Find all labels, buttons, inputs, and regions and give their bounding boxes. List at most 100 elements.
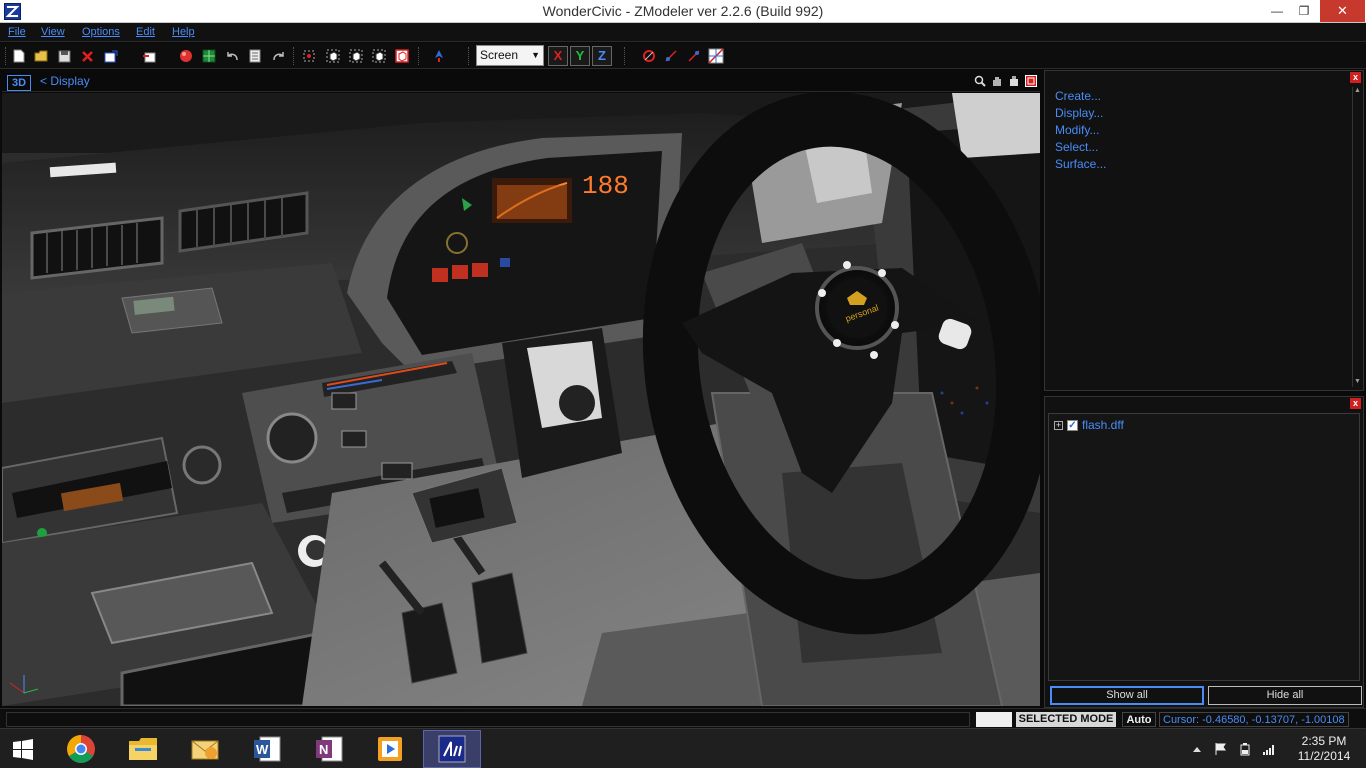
auto-mode-indicator[interactable]: Auto: [1122, 712, 1156, 727]
zmodeler-window: WonderCivic - ZModeler ver 2.2.6 (Build …: [0, 0, 1366, 768]
export-icon[interactable]: [140, 47, 158, 65]
grid-icon[interactable]: [707, 47, 725, 65]
pan-hand-icon[interactable]: [990, 74, 1004, 88]
menu-options[interactable]: Options: [82, 26, 120, 38]
status-indicator: [976, 712, 1012, 727]
media-player-icon[interactable]: [361, 730, 419, 768]
show-hidden-icons-icon[interactable]: [1190, 742, 1204, 756]
axis-x-toggle[interactable]: X: [548, 46, 568, 66]
coordinate-space-value: Screen: [480, 48, 519, 62]
command-list: Create... Display... Modify... Select...…: [1055, 89, 1106, 174]
svg-text:W: W: [256, 742, 269, 757]
visibility-checkbox[interactable]: ✓: [1067, 419, 1078, 431]
windows-start-icon[interactable]: [6, 735, 40, 765]
menu-view[interactable]: View: [41, 26, 65, 38]
cursor-coordinates: Cursor: -0.46580, -0.13707, -1.00108: [1159, 712, 1349, 727]
clock-date: 11/2/2014: [1297, 749, 1351, 763]
title-bar: WonderCivic - ZModeler ver 2.2.6 (Build …: [0, 0, 1366, 23]
snap-icon[interactable]: [640, 47, 658, 65]
command-create[interactable]: Create...: [1055, 89, 1106, 106]
select-vertex-icon[interactable]: [300, 47, 318, 65]
toolbar-separator: [418, 47, 419, 65]
taskbar-clock[interactable]: 2:35 PM 11/2/2014: [1292, 734, 1356, 764]
expand-icon[interactable]: +: [1054, 420, 1063, 430]
axis-y-toggle[interactable]: Y: [570, 46, 590, 66]
minimize-button[interactable]: —: [1263, 0, 1291, 22]
command-modify[interactable]: Modify...: [1055, 123, 1106, 140]
command-panel: x Create... Display... Modify... Select.…: [1044, 70, 1364, 391]
windows-taskbar: W N 2:35 PM 11/2/2014: [0, 728, 1366, 768]
viewport-header: 3D < Display: [2, 70, 1040, 92]
maximize-viewport-icon[interactable]: [1024, 74, 1038, 88]
command-select[interactable]: Select...: [1055, 140, 1106, 157]
unlink-icon[interactable]: [685, 47, 703, 65]
scene-tree-panel: x + ✓ flash.dff Show all Hide all: [1044, 396, 1364, 708]
menu-edit[interactable]: Edit: [136, 26, 155, 38]
word-icon[interactable]: W: [238, 730, 296, 768]
main-toolbar: [0, 43, 1366, 69]
action-center-flag-icon[interactable]: [1214, 742, 1228, 756]
tree-item-label[interactable]: flash.dff: [1082, 418, 1124, 432]
clock-time: 2:35 PM: [1301, 734, 1347, 748]
outlook-icon[interactable]: [176, 730, 234, 768]
orbit-icon[interactable]: [1007, 74, 1021, 88]
asus-ai-icon[interactable]: [423, 730, 481, 768]
chevron-down-icon: ▼: [531, 50, 540, 60]
scroll-down-icon[interactable]: ▼: [1353, 378, 1362, 387]
open-file-icon[interactable]: [32, 47, 50, 65]
status-bar: SELECTED MODE Auto Cursor: -0.46580, -0.…: [0, 708, 1366, 728]
toolbar-separator: [293, 47, 294, 65]
redo-icon[interactable]: [270, 47, 288, 65]
coordinate-space-select[interactable]: Screen ▼: [476, 45, 544, 66]
render-sphere-icon[interactable]: [177, 47, 195, 65]
axis-z-toggle[interactable]: Z: [592, 46, 612, 66]
scene-tree: + ✓ flash.dff: [1048, 413, 1360, 681]
maximize-button[interactable]: ❐: [1290, 0, 1318, 22]
select-box-icon[interactable]: [347, 47, 365, 65]
toolbar-separator: [468, 47, 469, 65]
menu-file[interactable]: File: [8, 26, 26, 38]
toolbar-separator: [5, 47, 6, 65]
close-panel-button[interactable]: x: [1350, 72, 1361, 83]
power-battery-icon[interactable]: [1238, 742, 1252, 756]
onenote-icon[interactable]: N: [300, 730, 358, 768]
viewport-breadcrumb[interactable]: < Display: [40, 74, 90, 88]
view-mode-badge[interactable]: 3D: [7, 75, 31, 91]
select-mesh-icon[interactable]: [370, 47, 388, 65]
scroll-up-icon[interactable]: ▲: [1353, 87, 1362, 96]
selection-mode-indicator[interactable]: SELECTED MODE: [1016, 712, 1116, 727]
toolbar-separator: [624, 47, 625, 65]
close-panel-button[interactable]: x: [1350, 398, 1361, 409]
pivot-arrow-icon[interactable]: [430, 47, 448, 65]
command-surface[interactable]: Surface...: [1055, 157, 1106, 174]
svg-text:N: N: [319, 742, 328, 757]
new-file-icon[interactable]: [10, 47, 28, 65]
svg-text:188: 188: [582, 171, 629, 201]
texture-icon[interactable]: [200, 47, 218, 65]
car-interior-render: 188 personal: [2, 93, 1040, 706]
viewport-tools: [973, 74, 1038, 88]
tree-item[interactable]: + ✓ flash.dff: [1054, 418, 1124, 432]
link-icon[interactable]: [662, 47, 680, 65]
show-all-button[interactable]: Show all: [1050, 686, 1204, 705]
network-signal-icon[interactable]: [1262, 742, 1276, 756]
system-tray: [1190, 739, 1276, 759]
3d-viewport[interactable]: 188 personal: [2, 93, 1040, 706]
delete-icon[interactable]: [78, 47, 96, 65]
menu-bar: File View Options Edit Help: [0, 23, 1366, 42]
hide-all-button[interactable]: Hide all: [1208, 686, 1362, 705]
notes-icon[interactable]: [246, 47, 264, 65]
chrome-icon[interactable]: [52, 730, 110, 768]
undo-icon[interactable]: [223, 47, 241, 65]
select-invert-icon[interactable]: [393, 47, 411, 65]
select-object-icon[interactable]: [324, 47, 342, 65]
import-icon[interactable]: [102, 47, 120, 65]
file-explorer-icon[interactable]: [114, 730, 172, 768]
command-panel-scrollbar[interactable]: ▲ ▼: [1352, 87, 1361, 387]
menu-help[interactable]: Help: [172, 26, 195, 38]
status-message-area: [6, 712, 970, 727]
zoom-icon[interactable]: [973, 74, 987, 88]
command-display[interactable]: Display...: [1055, 106, 1106, 123]
close-button[interactable]: ✕: [1320, 0, 1365, 22]
save-icon[interactable]: [55, 47, 73, 65]
